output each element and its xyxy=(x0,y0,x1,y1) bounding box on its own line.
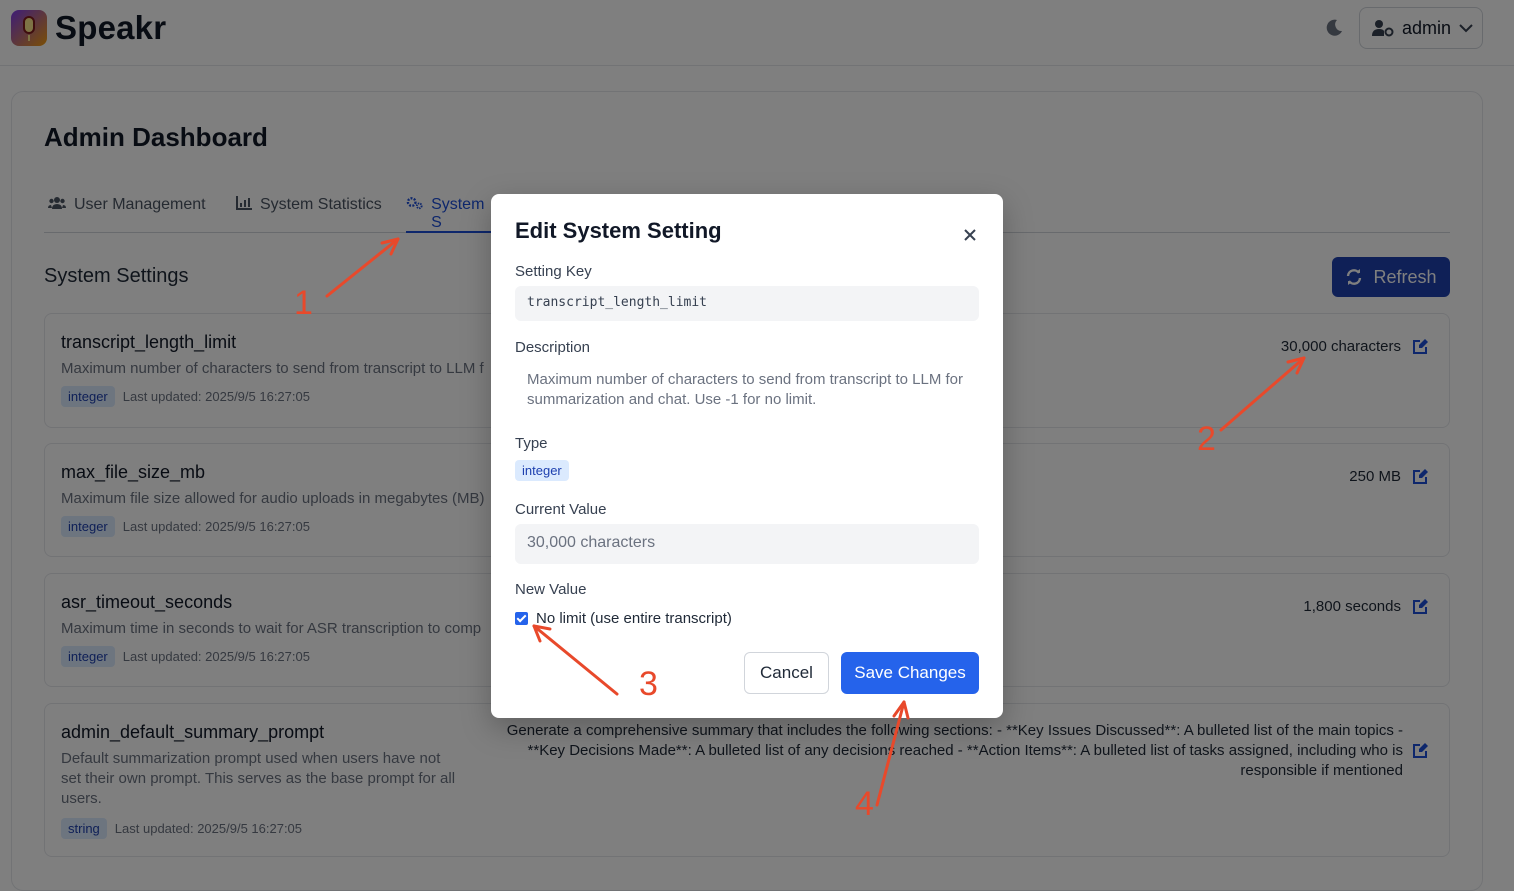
setting-key-field: transcript_length_limit xyxy=(515,286,979,321)
description-label: Description xyxy=(515,339,591,356)
setting-key-label: Setting Key xyxy=(515,263,592,280)
modal-title: Edit System Setting xyxy=(515,218,722,243)
type-label: Type xyxy=(515,435,548,452)
current-value-label: Current Value xyxy=(515,501,607,518)
cancel-button[interactable]: Cancel xyxy=(744,652,829,694)
no-limit-checkbox-row[interactable]: No limit (use entire transcript) xyxy=(515,610,732,627)
current-value-field: 30,000 characters xyxy=(515,524,979,564)
annotation-2: 2 xyxy=(1197,420,1216,458)
annotation-4: 4 xyxy=(855,785,874,823)
annotation-1: 1 xyxy=(294,284,313,322)
new-value-label: New Value xyxy=(515,581,587,598)
close-icon[interactable] xyxy=(961,226,979,244)
edit-setting-modal: Edit System Setting Setting Key transcri… xyxy=(491,194,1003,718)
save-changes-button[interactable]: Save Changes xyxy=(841,652,979,694)
description-field: Maximum number of characters to send fro… xyxy=(515,362,979,420)
no-limit-checkbox[interactable] xyxy=(515,612,528,625)
type-badge: integer xyxy=(515,460,569,481)
annotation-3: 3 xyxy=(639,665,658,703)
no-limit-label[interactable]: No limit (use entire transcript) xyxy=(536,610,732,627)
